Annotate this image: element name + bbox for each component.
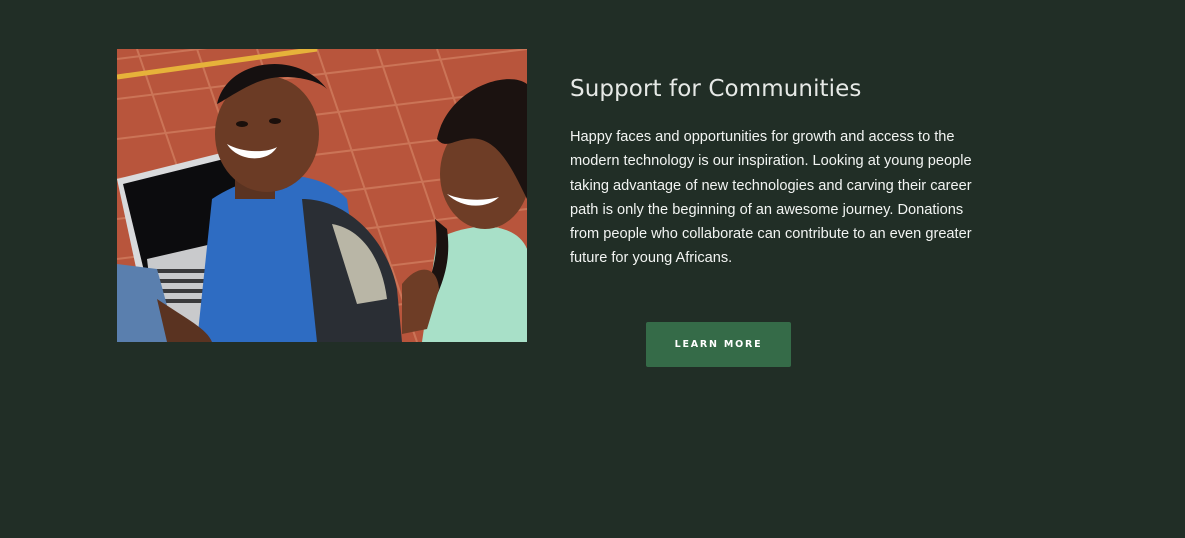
section-content: Support for Communities Happy faces and …: [570, 74, 990, 271]
section-title: Support for Communities: [570, 76, 862, 102]
learn-more-button[interactable]: LEARN MORE: [646, 322, 791, 367]
students-photo: [117, 49, 527, 342]
section-description: Happy faces and opportunities for growth…: [570, 129, 972, 267]
